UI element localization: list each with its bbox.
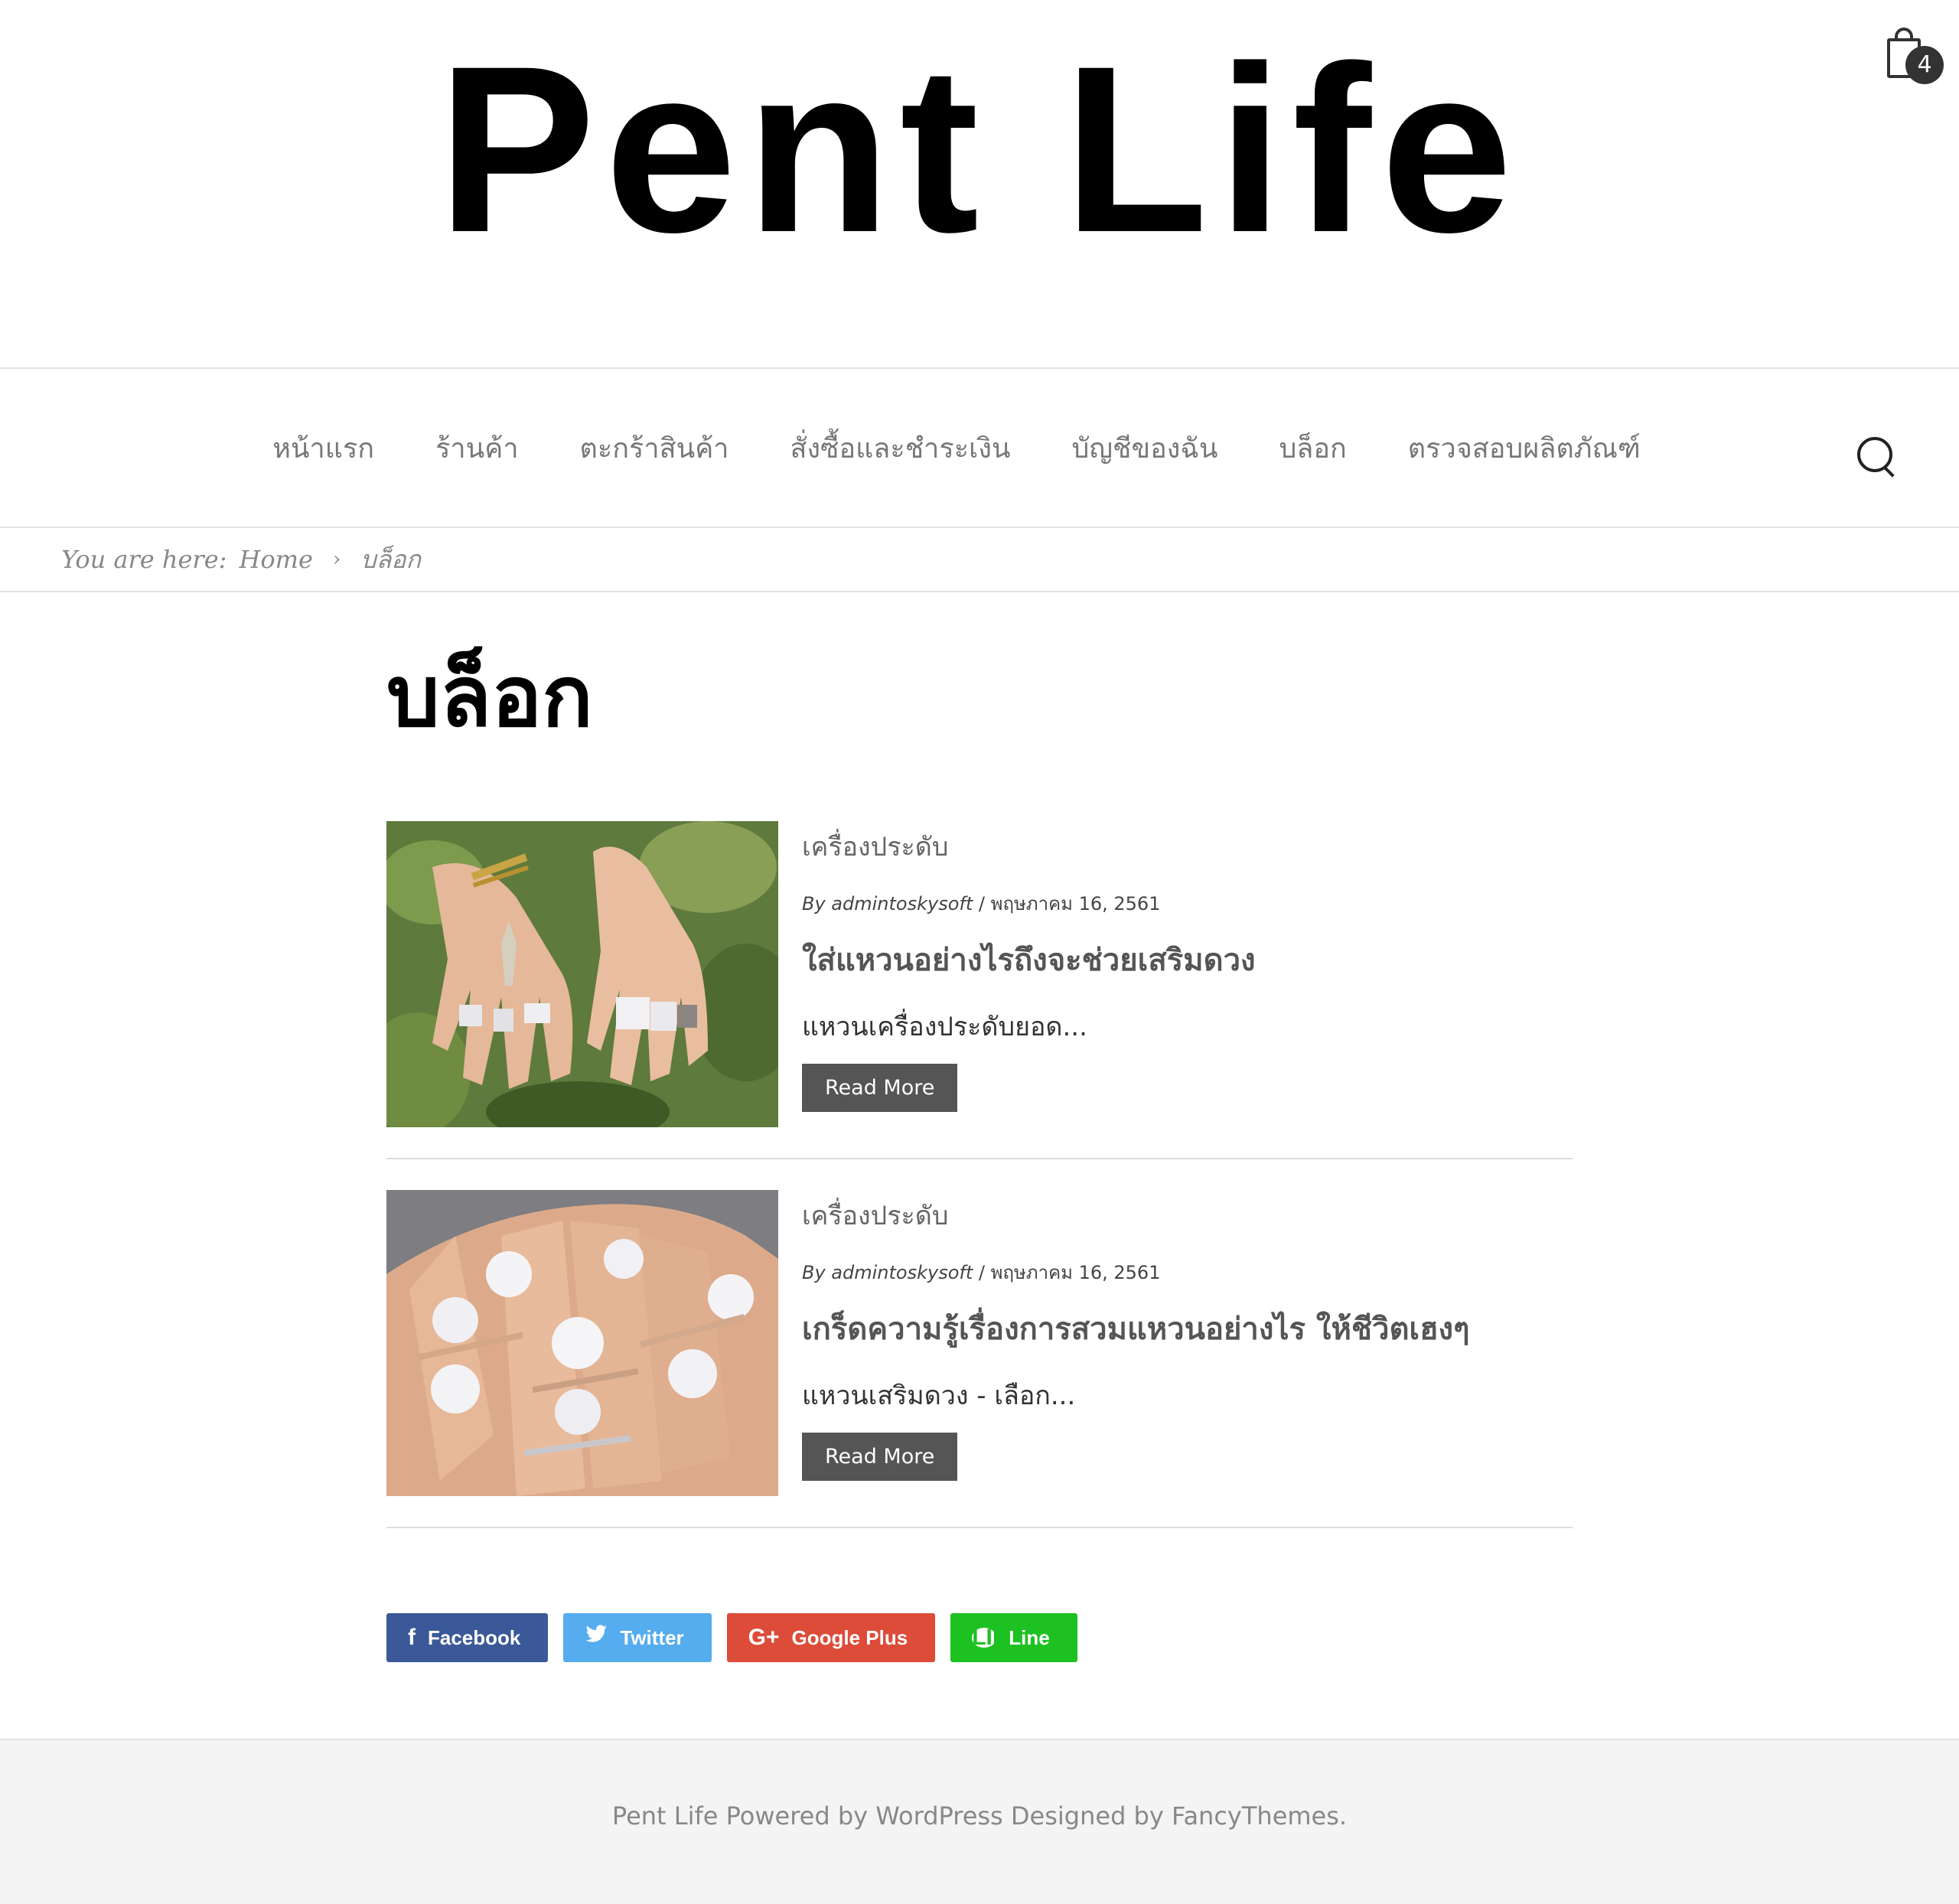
nav-item-home[interactable]: หน้าแรก [272, 426, 374, 470]
read-more-button[interactable]: Read More [802, 1433, 958, 1481]
share-google-plus-label: Google Plus [791, 1625, 908, 1649]
share-buttons: f Facebook Twitter G+ Google Plus LINE L… [386, 1613, 1093, 1662]
share-twitter-button[interactable]: Twitter [563, 1613, 712, 1662]
search-button[interactable] [1856, 435, 1897, 478]
breadcrumb-separator: › [332, 548, 341, 571]
breadcrumb-divider [0, 591, 1959, 592]
post-excerpt: แหวนเสริมดวง - เลือก... [802, 1381, 1076, 1411]
nav-item-my-account[interactable]: บัญชีของฉัน [1072, 426, 1218, 470]
post-title[interactable]: ใส่แหวนอย่างไรถึงจะช่วยเสริมดวง [802, 935, 1567, 984]
post-meta: By admintoskysoft / พฤษภาคม 16, 2561 [802, 1257, 1567, 1287]
breadcrumb-home-link[interactable]: Home [239, 545, 312, 574]
main-nav: หน้าแรก ร้านค้า ตะกร้าสินค้า สั่งซื้อและ… [0, 369, 1959, 528]
post-thumbnail-image-diamond-rings [386, 1190, 778, 1496]
share-line-label: Line [1009, 1625, 1050, 1649]
nav-item-cart[interactable]: ตะกร้าสินค้า [580, 426, 729, 470]
share-facebook-button[interactable]: f Facebook [386, 1613, 549, 1662]
post-item: เครื่องประดับ By admintoskysoft / พฤษภาค… [386, 1190, 1573, 1528]
breadcrumb: You are here: Home › บล็อก [61, 528, 1898, 591]
line-icon: LINE [972, 1625, 1025, 1650]
site-footer: Pent Life Powered by WordPress Designed … [0, 1739, 1959, 1904]
nav-item-shop[interactable]: ร้านค้า [435, 426, 518, 470]
cart-button[interactable]: 4 [1882, 23, 1944, 92]
search-icon [1857, 437, 1892, 472]
share-twitter-label: Twitter [620, 1625, 684, 1649]
post-thumbnail[interactable] [386, 821, 778, 1127]
nav-item-product-check[interactable]: ตรวจสอบผลิตภัณฑ์ [1408, 426, 1641, 470]
twitter-icon [585, 1625, 608, 1651]
share-line-button[interactable]: LINE Line [950, 1613, 1077, 1662]
post-body: เครื่องประดับ By admintoskysoft / พฤษภาค… [802, 821, 1567, 1112]
post-category[interactable]: เครื่องประดับ [802, 1195, 1567, 1236]
post-meta-separator: / [978, 1262, 985, 1283]
breadcrumb-current: บล็อก [360, 544, 421, 574]
post-title[interactable]: เกร็ดความรู้เรื่องการสวมแหวนอย่างไร ให้ช… [802, 1304, 1567, 1353]
cart-count-badge: 4 [1905, 46, 1944, 84]
page-title: บล็อก [386, 647, 593, 745]
share-facebook-label: Facebook [428, 1625, 521, 1649]
facebook-icon: f [408, 1625, 416, 1650]
read-more-button[interactable]: Read More [802, 1064, 958, 1112]
post-excerpt: แหวนเครื่องประดับยอด... [802, 1012, 1087, 1042]
post-meta: By admintoskysoft / พฤษภาคม 16, 2561 [802, 888, 1567, 918]
post-category[interactable]: เครื่องประดับ [802, 826, 1567, 867]
google-plus-icon: G+ [748, 1625, 780, 1650]
breadcrumb-prefix: You are here: [61, 545, 227, 574]
post-author[interactable]: By admintoskysoft [802, 893, 973, 915]
nav-item-blog[interactable]: บล็อก [1279, 426, 1346, 470]
post-item: เครื่องประดับ By admintoskysoft / พฤษภาค… [386, 821, 1573, 1159]
nav-item-checkout[interactable]: สั่งซื้อและชำระเงิน [790, 426, 1011, 470]
nav-list: หน้าแรก ร้านค้า ตะกร้าสินค้า สั่งซื้อและ… [0, 369, 1959, 527]
site-title[interactable]: Pent Life [0, 31, 1959, 268]
post-thumbnail-image-hands-rings [386, 821, 778, 1127]
footer-credits: Pent Life Powered by WordPress Designed … [611, 1801, 1348, 1831]
post-thumbnail[interactable] [386, 1190, 778, 1496]
post-date: พฤษภาคม 16, 2561 [990, 1262, 1161, 1283]
post-date: พฤษภาคม 16, 2561 [990, 893, 1161, 915]
post-body: เครื่องประดับ By admintoskysoft / พฤษภาค… [802, 1190, 1567, 1481]
post-author[interactable]: By admintoskysoft [802, 1262, 973, 1283]
post-meta-separator: / [978, 893, 985, 915]
share-google-plus-button[interactable]: G+ Google Plus [726, 1613, 936, 1662]
site-header: Pent Life 4 [0, 0, 1959, 369]
search-icon-handle [1883, 466, 1895, 478]
